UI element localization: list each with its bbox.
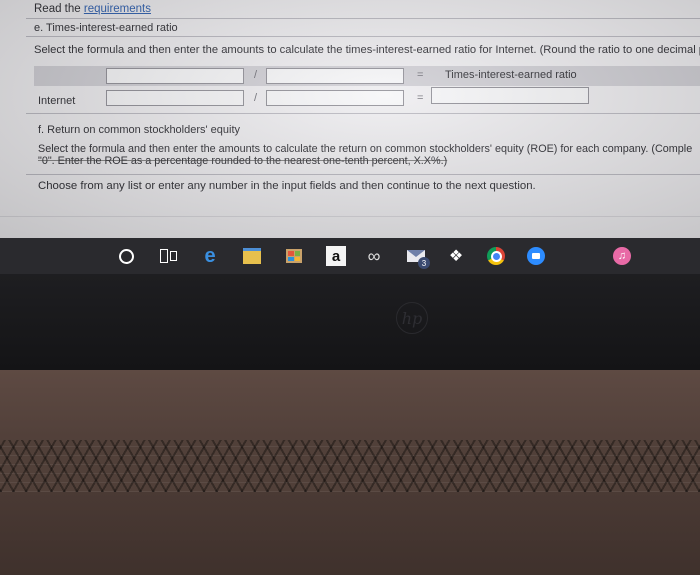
dropbox-icon[interactable]: ❖ [446, 246, 466, 266]
divider-top [26, 18, 700, 19]
internet-ratio-input[interactable] [431, 87, 589, 104]
file-explorer-icon[interactable] [242, 246, 262, 266]
divider-footer [26, 174, 700, 175]
internet-numerator-input[interactable] [106, 90, 244, 106]
amazon-icon[interactable]: a [326, 246, 346, 266]
zoom-icon[interactable] [526, 246, 546, 266]
mail-icon[interactable]: 3 [406, 246, 430, 269]
mail-badge: 3 [418, 257, 430, 269]
infinity-icon[interactable]: ∞ [364, 246, 384, 266]
laptop-bezel [0, 274, 700, 370]
internet-row-label: Internet [38, 95, 76, 107]
requirements-link[interactable]: requirements [84, 3, 151, 15]
task-view-icon[interactable] [158, 246, 178, 266]
divider-bottom [0, 216, 700, 217]
formula-numerator-select[interactable] [106, 68, 244, 84]
speaker-grille [0, 440, 700, 492]
read-prefix: Read the [34, 3, 84, 15]
section-f-instruction-line2: "0". Enter the ROE as a percentage round… [38, 155, 448, 167]
hp-logo: hp [396, 302, 428, 334]
browser-screen: Read the requirements e. Times-interest-… [0, 0, 700, 238]
cortana-circle-icon[interactable] [116, 246, 136, 266]
section-e-instruction: Select the formula and then enter the am… [34, 44, 700, 56]
equals-sign-row: = [417, 92, 424, 104]
section-e-title: e. Times-interest-earned ratio [34, 22, 178, 34]
internet-denominator-input[interactable] [266, 90, 404, 106]
section-f-instruction-line1: Select the formula and then enter the am… [38, 143, 693, 155]
edge-icon[interactable]: e [200, 245, 220, 267]
divider-f [26, 113, 700, 114]
footer-instruction: Choose from any list or enter any number… [38, 180, 536, 192]
itunes-icon[interactable]: ♫ [612, 246, 632, 266]
read-requirements-line: Read the requirements [34, 3, 151, 15]
divider-e [26, 36, 700, 37]
equals-sign-header: = [417, 69, 424, 81]
store-icon[interactable] [284, 246, 304, 266]
section-f-title: f. Return on common stockholders' equity [38, 124, 241, 136]
divide-sign-header: / [254, 69, 258, 81]
result-header-label: Times-interest-earned ratio [445, 69, 577, 81]
formula-denominator-select[interactable] [266, 68, 404, 84]
chrome-icon[interactable] [486, 246, 506, 266]
divide-sign-row: / [254, 92, 258, 104]
windows-taskbar: e a ∞ 3 ❖ ♫ [0, 238, 700, 274]
